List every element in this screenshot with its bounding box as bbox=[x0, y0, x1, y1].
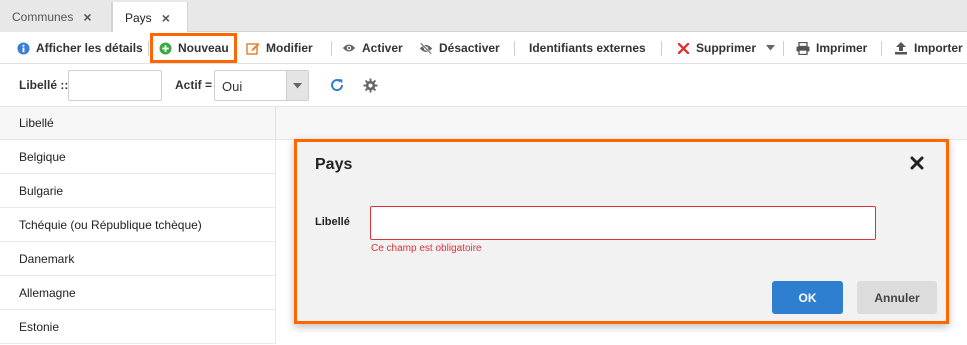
grid-header: Libellé bbox=[0, 106, 967, 140]
active-filter-select[interactable]: Oui bbox=[214, 70, 309, 101]
tab-bar: Communes × Pays × bbox=[0, 0, 967, 33]
toolbar-divider bbox=[881, 41, 882, 56]
edit-button[interactable]: Modifier bbox=[246, 36, 313, 60]
toolbar-divider bbox=[514, 41, 515, 56]
chevron-down-icon[interactable] bbox=[286, 71, 308, 100]
close-icon[interactable]: × bbox=[83, 9, 91, 25]
cancel-button[interactable]: Annuler bbox=[857, 281, 937, 314]
import-button[interactable]: Importer bbox=[894, 36, 963, 60]
delete-button[interactable]: Supprimer bbox=[676, 36, 777, 60]
ok-button[interactable]: OK bbox=[772, 281, 843, 314]
toolbar-divider bbox=[783, 41, 784, 56]
gear-icon[interactable] bbox=[363, 78, 378, 93]
external-ids-label: Identifiants externes bbox=[529, 41, 646, 55]
deactivate-label: Désactiver bbox=[439, 41, 500, 55]
info-icon bbox=[16, 41, 30, 55]
dialog-title: Pays bbox=[315, 156, 353, 173]
table-row[interactable]: Tchéquie (ou République tchèque) bbox=[0, 208, 276, 242]
delete-label: Supprimer bbox=[696, 41, 757, 55]
toolbar-divider bbox=[331, 41, 332, 56]
delete-icon bbox=[676, 41, 690, 55]
table-row[interactable]: Bulgarie bbox=[0, 174, 276, 208]
print-button[interactable]: Imprimer bbox=[796, 36, 867, 60]
edit-label: Modifier bbox=[266, 41, 313, 55]
upload-icon bbox=[894, 41, 908, 55]
label-field-label: Libellé bbox=[315, 216, 350, 228]
caret-down-icon[interactable] bbox=[763, 41, 777, 55]
active-filter-value: Oui bbox=[222, 79, 243, 94]
add-icon bbox=[158, 41, 172, 55]
tab-label: Pays bbox=[125, 10, 152, 25]
show-details-button[interactable]: Afficher les détails bbox=[16, 36, 143, 60]
eye-slash-icon bbox=[419, 41, 433, 55]
table-row[interactable]: Allemagne bbox=[0, 276, 276, 310]
toolbar-divider bbox=[148, 41, 149, 56]
label-filter-input[interactable] bbox=[68, 70, 162, 101]
show-details-label: Afficher les détails bbox=[36, 41, 143, 55]
external-ids-button[interactable]: Identifiants externes bbox=[529, 36, 646, 60]
tab-label: Communes bbox=[12, 10, 74, 24]
filter-bar: Libellé :: Actif = Oui bbox=[0, 64, 967, 106]
edit-icon bbox=[246, 41, 260, 55]
label-field-input[interactable] bbox=[370, 206, 876, 240]
field-error-message: Ce champ est obligatoire bbox=[371, 243, 482, 254]
close-icon[interactable] bbox=[910, 156, 926, 172]
new-button[interactable]: Nouveau bbox=[150, 33, 237, 63]
print-icon bbox=[796, 41, 810, 55]
import-label: Importer bbox=[914, 41, 963, 55]
tab-pays[interactable]: Pays × bbox=[112, 2, 188, 33]
close-icon[interactable]: × bbox=[162, 10, 170, 26]
refresh-icon[interactable] bbox=[329, 77, 345, 93]
tab-communes[interactable]: Communes × bbox=[0, 2, 112, 32]
table-row[interactable]: Danemark bbox=[0, 242, 276, 276]
country-dialog: Pays Libellé Ce champ est obligatoire OK… bbox=[294, 139, 949, 324]
label-filter-label: Libellé :: bbox=[19, 78, 69, 92]
activate-button[interactable]: Activer bbox=[342, 36, 403, 60]
new-label: Nouveau bbox=[178, 41, 229, 55]
activate-label: Activer bbox=[362, 41, 403, 55]
table-row[interactable]: Estonie bbox=[0, 310, 276, 344]
deactivate-button[interactable]: Désactiver bbox=[419, 36, 500, 60]
toolbar: Afficher les détails Nouveau Modifier Ac… bbox=[0, 32, 967, 64]
table-row[interactable]: Belgique bbox=[0, 140, 276, 174]
active-filter-label: Actif = bbox=[175, 78, 213, 92]
print-label: Imprimer bbox=[816, 41, 868, 55]
eye-icon bbox=[342, 41, 356, 55]
toolbar-divider bbox=[661, 41, 662, 56]
column-header-label[interactable]: Libellé bbox=[0, 107, 276, 140]
